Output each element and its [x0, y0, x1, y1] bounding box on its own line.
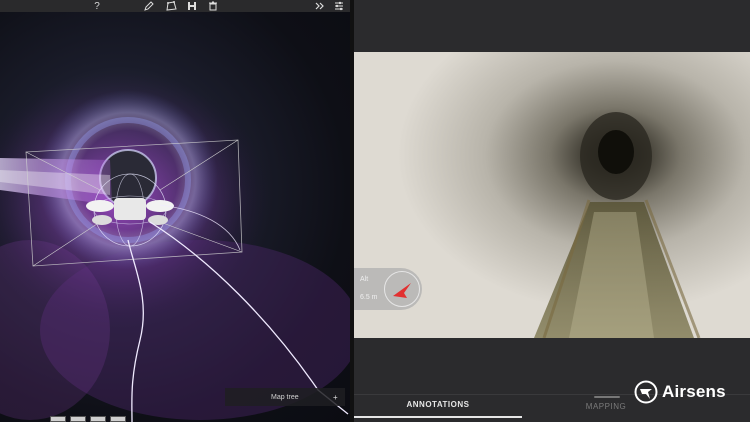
map-tree-label: Map tree — [271, 393, 299, 401]
top-toolbar: ? — [0, 0, 350, 12]
point-cloud-scene — [0, 70, 350, 422]
flight-hud: Alt 6.5 m — [354, 268, 422, 310]
layer-thumbnail[interactable] — [110, 416, 126, 422]
brand-logo: Airsens — [634, 380, 726, 404]
brand-name: Airsens — [662, 382, 726, 401]
polygon-icon[interactable] — [165, 0, 177, 12]
drag-handle[interactable] — [594, 396, 620, 398]
compass-indicator — [384, 271, 420, 307]
pencil-icon[interactable] — [143, 0, 155, 12]
map-tree-panel[interactable]: Map tree + — [225, 388, 345, 406]
heading-arrow-icon — [393, 283, 411, 298]
layer-thumbnail[interactable] — [90, 416, 106, 422]
layer-thumbnails — [50, 416, 126, 422]
sliders-icon[interactable] — [333, 0, 345, 12]
help-icon[interactable]: ? — [92, 0, 102, 12]
map-tree-add-button[interactable]: + — [333, 393, 338, 402]
active-tab-indicator — [354, 416, 522, 418]
layer-thumbnail[interactable] — [50, 416, 66, 422]
3d-map-view[interactable]: ? Map tree + — [0, 0, 350, 422]
airsens-logo-icon — [634, 380, 658, 404]
double-chevron-right-icon[interactable] — [314, 0, 326, 12]
distance-readout: 6.5 m — [360, 294, 378, 301]
trash-icon[interactable] — [207, 0, 219, 12]
tab-annotations[interactable]: ANNOTATIONS — [354, 400, 522, 409]
layer-thumbnail[interactable] — [70, 416, 86, 422]
camera-panel — [354, 0, 750, 422]
save-icon[interactable] — [186, 0, 198, 12]
altitude-label: Alt — [360, 276, 369, 283]
